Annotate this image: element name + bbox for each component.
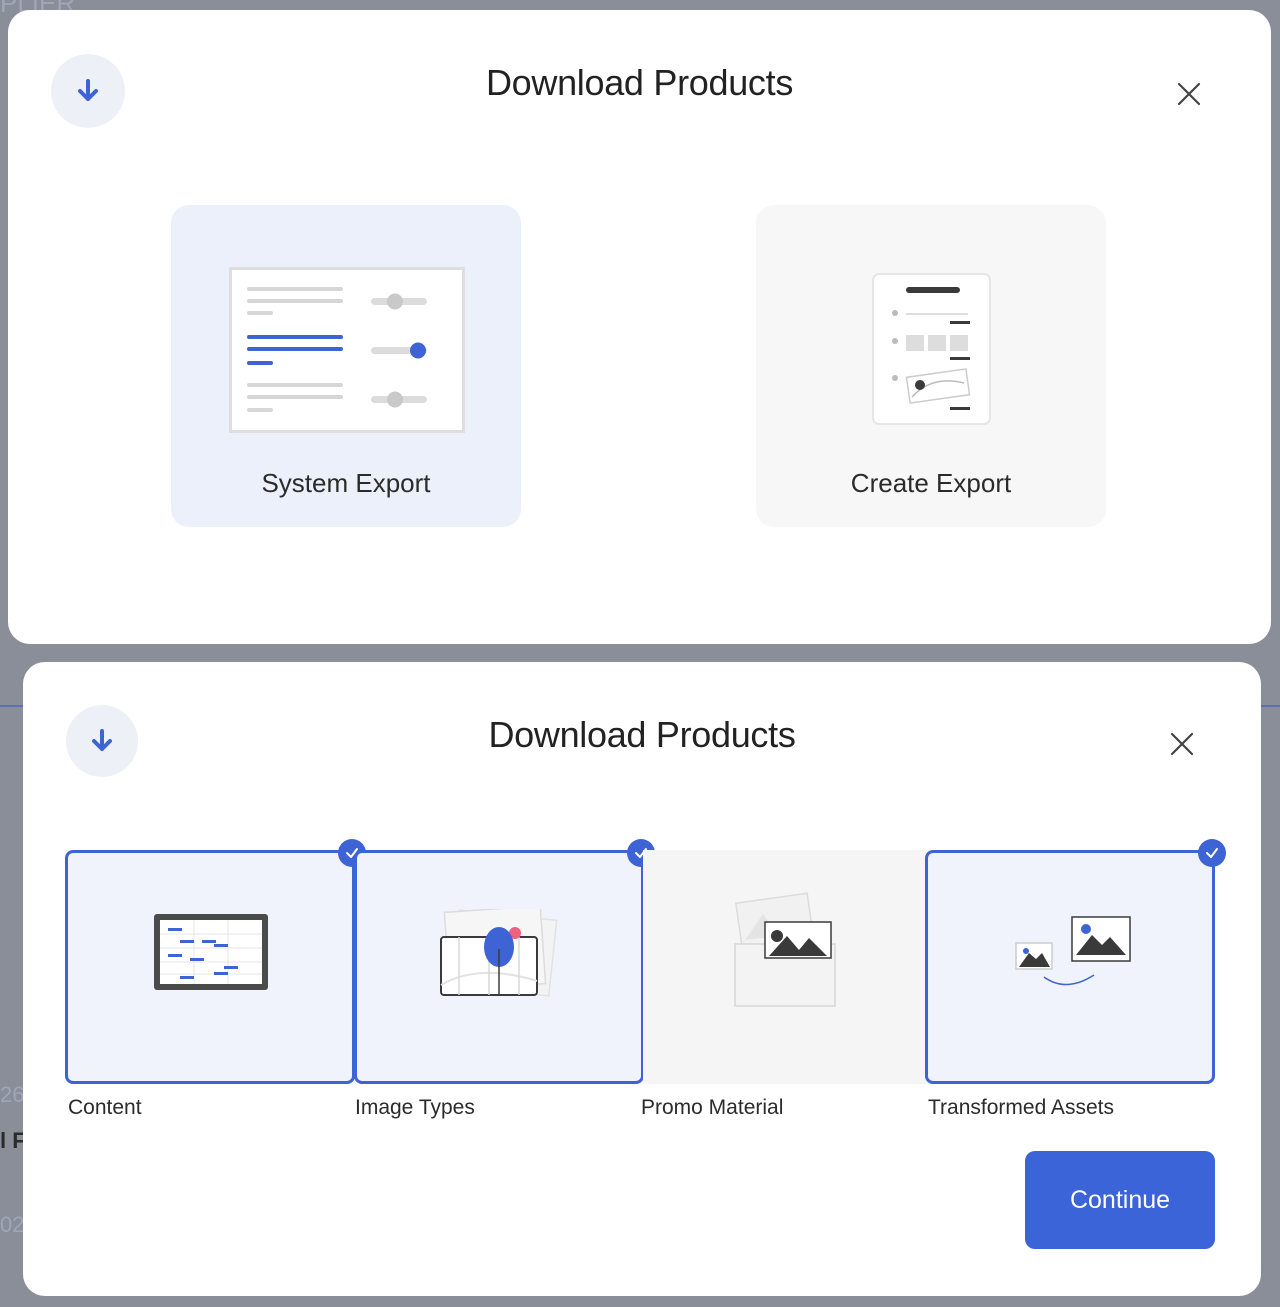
background-divider	[0, 705, 23, 707]
background-text-left-3: 02	[0, 1212, 25, 1237]
close-button[interactable]	[1171, 76, 1207, 112]
content-label: Content	[68, 1096, 142, 1119]
download-products-modal-asset-types: Download Products Content Image Types Pr…	[23, 662, 1261, 1296]
modal-title: Download Products	[488, 714, 796, 755]
system-export-illustration	[229, 267, 465, 433]
spreadsheet-illustration	[154, 914, 268, 990]
system-export-label: System Export	[261, 468, 431, 498]
background-text-left-1: 26	[0, 1082, 25, 1107]
close-icon	[1170, 732, 1194, 756]
continue-button[interactable]: Continue	[1025, 1151, 1215, 1249]
image-types-illustration	[440, 909, 558, 997]
close-button[interactable]	[1164, 726, 1200, 762]
system-export-card[interactable]: System Export	[171, 205, 521, 527]
close-icon	[1177, 82, 1201, 106]
transformed-assets-illustration	[1015, 916, 1131, 986]
checkmark-icon	[1198, 839, 1226, 867]
promo-material-label: Promo Material	[641, 1096, 784, 1119]
transformed-assets-label: Transformed Assets	[928, 1096, 1114, 1119]
promo-material-illustration	[734, 892, 836, 1007]
create-export-illustration	[872, 273, 991, 425]
transformed-assets-tile[interactable]	[925, 839, 1226, 1084]
create-export-label: Create Export	[850, 468, 1012, 498]
background-text-left-2: l F	[0, 1128, 26, 1153]
background-divider-right	[1261, 705, 1280, 707]
promo-material-tile[interactable]	[643, 850, 933, 1084]
image-types-label: Image Types	[355, 1096, 475, 1119]
image-types-tile[interactable]	[354, 839, 655, 1084]
modal-title: Download Products	[485, 62, 794, 103]
content-tile[interactable]	[65, 839, 366, 1084]
download-products-modal-export-type: Download Products System Export Create E…	[8, 10, 1271, 644]
create-export-card[interactable]: Create Export	[756, 205, 1106, 527]
